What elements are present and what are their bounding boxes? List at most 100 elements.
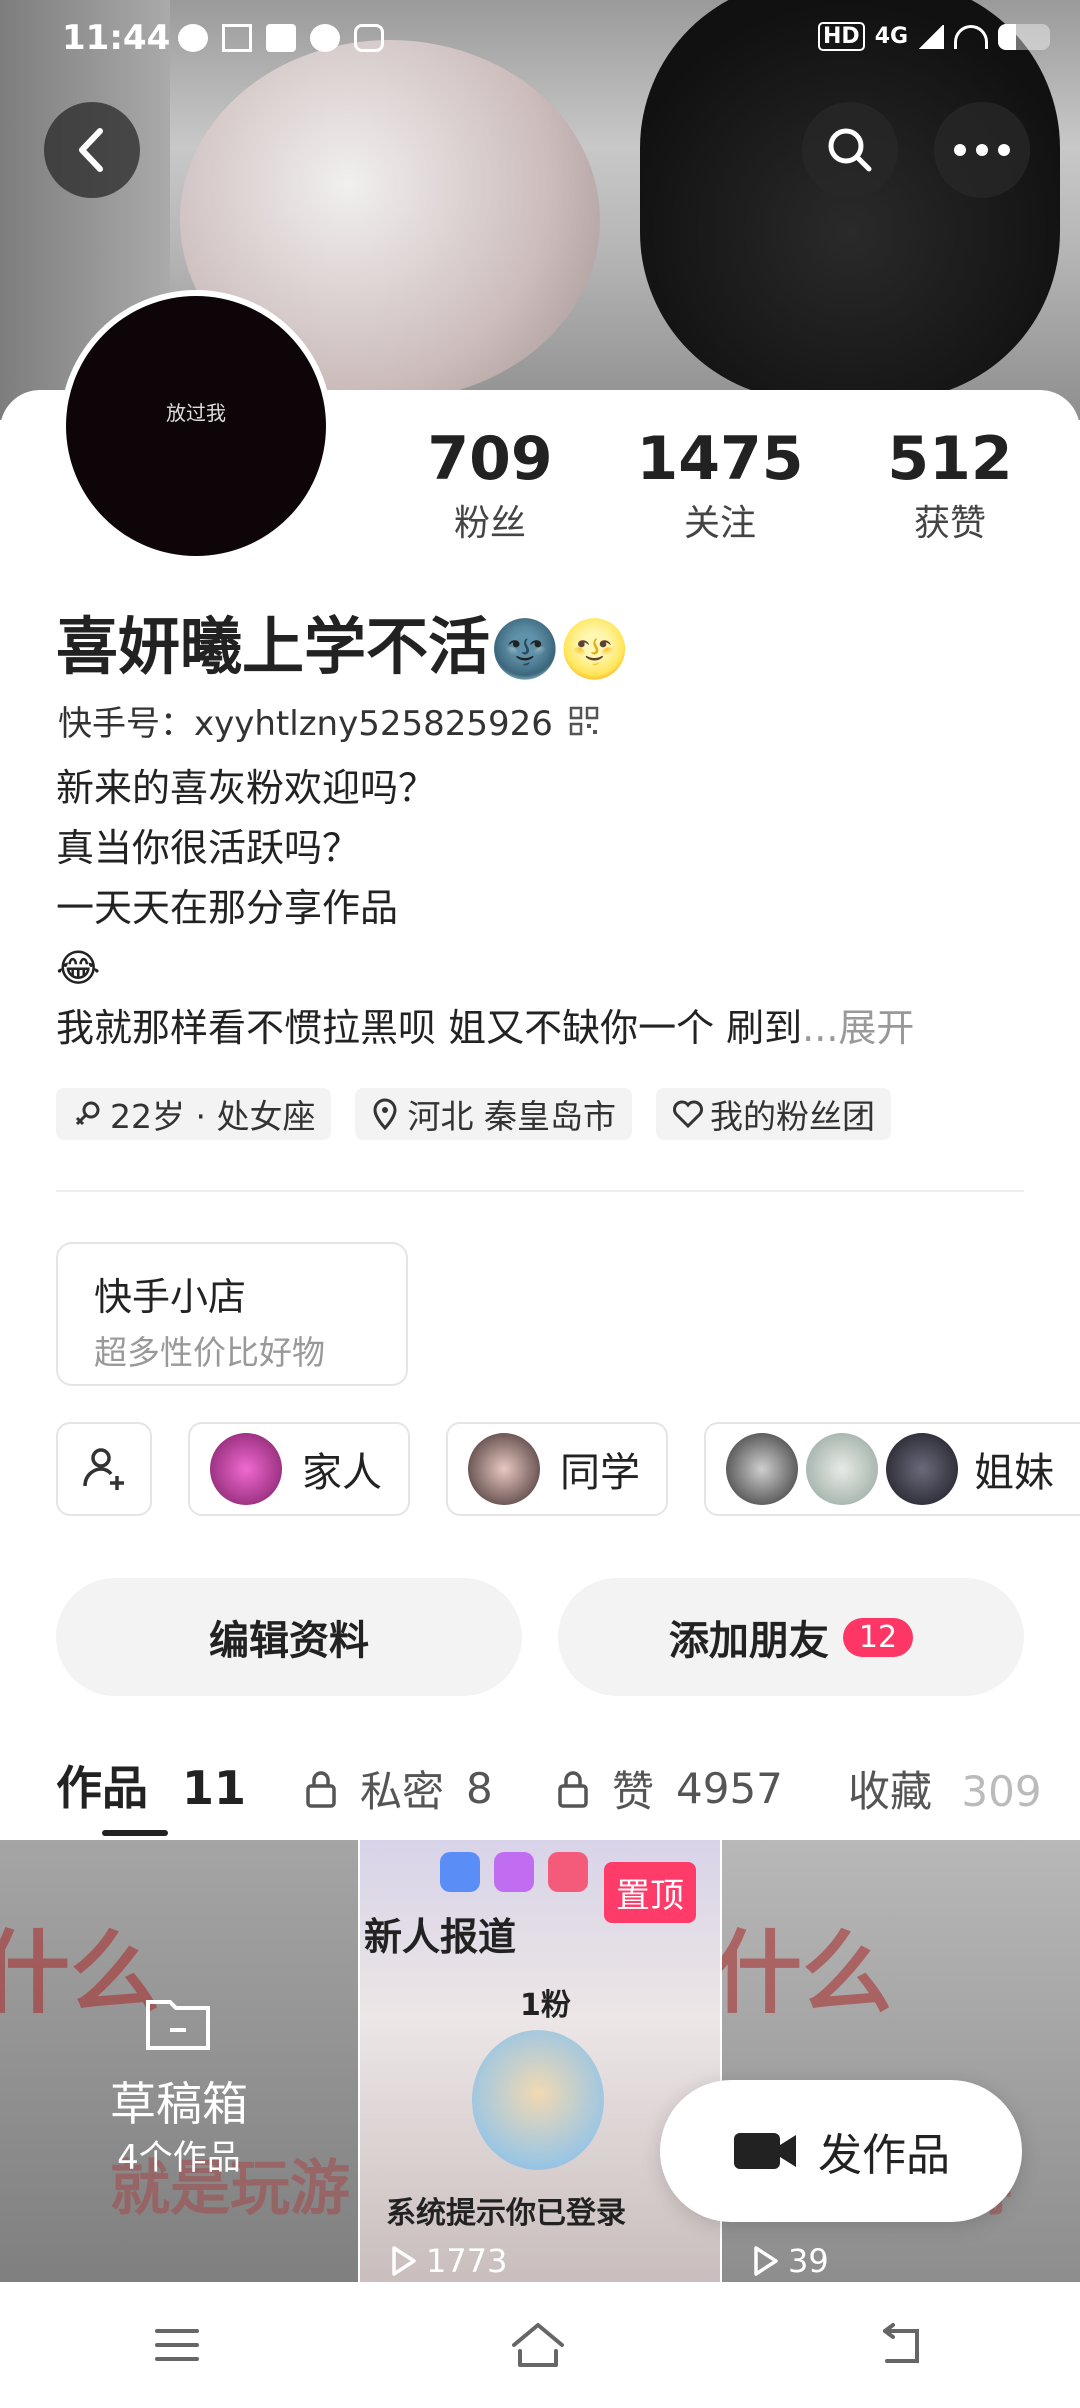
bio: 新来的喜灰粉欢迎吗？ 真当你很活跃吗？ 一天天在那分享作品 😂 我就那样看不惯拉… <box>56 758 1016 1058</box>
active-tab-indicator <box>102 1830 168 1836</box>
notification-icons <box>178 24 384 52</box>
shop-card[interactable]: 快手小店 超多性价比好物 <box>56 1242 408 1386</box>
shop-subtitle: 超多性价比好物 <box>94 1333 325 1372</box>
tab-liked-label: 赞 <box>612 1767 655 1816</box>
age-chip[interactable]: 22岁 · 处女座 <box>56 1088 332 1140</box>
hd-icon: HD <box>818 22 865 51</box>
view-count-number: 39 <box>788 2242 829 2280</box>
tab-private-count: 8 <box>466 1764 493 1813</box>
location-pin-icon <box>373 1098 397 1130</box>
tab-favorites-label: 收藏 <box>848 1767 933 1816</box>
video-camera-icon <box>734 2133 796 2169</box>
edit-profile-label: 编辑资料 <box>209 1618 369 1664</box>
tab-liked[interactable]: 赞 4957 <box>556 1758 783 1819</box>
shop-title: 快手小店 <box>94 1275 247 1319</box>
more-dots-icon <box>954 144 1010 156</box>
friend-request-badge: 12 <box>842 1617 914 1657</box>
bio-expand-link[interactable]: ...展开 <box>802 1006 914 1050</box>
draft-box-title: 草稿箱 <box>110 2077 248 2131</box>
stat-number: 512 <box>887 424 1013 494</box>
folder-icon <box>146 2000 210 2050</box>
info-chips: 22岁 · 处女座 河北 秦皇岛市 我的粉丝团 <box>56 1088 891 1140</box>
stat-label: 粉丝 <box>453 503 526 544</box>
tab-favorites[interactable]: 收藏 309 <box>848 1758 1042 1819</box>
video-icon <box>354 24 384 52</box>
group-sisters[interactable]: 姐妹 <box>704 1422 1080 1516</box>
mail-icon <box>266 24 296 52</box>
app-icon <box>222 24 252 52</box>
stats-row: 709 粉丝 1475 关注 512 获赞 <box>390 424 1050 546</box>
tab-private[interactable]: 私密 8 <box>304 1758 493 1819</box>
fan-club-chip-label: 我的粉丝团 <box>709 1097 875 1136</box>
group-label: 同学 <box>560 1450 640 1496</box>
heart-icon <box>672 1100 703 1128</box>
thumb-text: 系统提示你已登录 <box>386 2196 626 2231</box>
group-family[interactable]: 家人 <box>188 1422 410 1516</box>
bio-line: 真当你很活跃吗？ <box>56 826 361 870</box>
location-chip[interactable]: 河北 秦皇岛市 <box>355 1088 632 1140</box>
system-nav-bar <box>0 2282 1080 2408</box>
tab-favorites-count: 309 <box>961 1767 1042 1816</box>
stat-number: 1475 <box>636 424 804 494</box>
tab-works-label: 作品 <box>56 1761 148 1815</box>
profile-name-text: 喜妍曦上学不活 <box>56 610 491 683</box>
qr-code-icon <box>569 706 599 735</box>
back-nav-icon[interactable] <box>875 2323 927 2367</box>
gender-icon <box>75 1101 100 1126</box>
battery-icon <box>998 23 1051 50</box>
tab-works-count: 11 <box>182 1761 247 1815</box>
search-button[interactable] <box>802 102 898 198</box>
view-count: 1773 <box>390 2242 507 2280</box>
draft-box-tile[interactable]: 什么 就是玩游 草稿箱 4个作品 <box>0 1840 358 2284</box>
add-group-button[interactable] <box>56 1422 152 1516</box>
group-avatar <box>210 1433 282 1505</box>
wifi-icon <box>954 24 989 49</box>
signal-icon: 4G <box>874 24 909 49</box>
stat-label: 获赞 <box>913 503 986 544</box>
add-friend-label: 添加朋友 <box>668 1618 829 1664</box>
add-person-icon <box>83 1448 124 1490</box>
bio-line: 新来的喜灰粉欢迎吗？ <box>56 766 437 810</box>
tab-works[interactable]: 作品 11 <box>56 1752 246 1818</box>
draft-box-count: 4个作品 <box>117 2138 241 2178</box>
pinned-badge: 置顶 <box>604 1862 696 1923</box>
fan-club-chip[interactable]: 我的粉丝团 <box>655 1088 891 1140</box>
bio-line: 我就那样看不惯拉黑呗 姐又不缺你一个 刷到 <box>56 1006 803 1050</box>
more-button[interactable] <box>934 102 1030 198</box>
group-classmates[interactable]: 同学 <box>446 1422 668 1516</box>
divider <box>56 1190 1024 1192</box>
kuaishou-id[interactable]: 快手号：xyyhtlzny525825926 <box>58 696 599 745</box>
publish-label: 发作品 <box>818 2130 950 2181</box>
thumb-text: 1粉 <box>520 1988 571 2023</box>
view-count-number: 1773 <box>426 2242 508 2280</box>
stat-likes[interactable]: 512 获赞 <box>850 424 1050 546</box>
lock-icon <box>306 1770 336 1808</box>
group-label: 家人 <box>302 1450 382 1496</box>
bio-line: 😂 <box>56 946 101 990</box>
stat-fans[interactable]: 709 粉丝 <box>390 424 590 546</box>
edit-profile-button[interactable]: 编辑资料 <box>56 1578 522 1696</box>
location-chip-label: 河北 秦皇岛市 <box>407 1097 616 1136</box>
tab-liked-count: 4957 <box>676 1764 783 1813</box>
play-icon <box>392 2246 416 2276</box>
group-avatar <box>468 1433 540 1505</box>
group-label: 姐妹 <box>974 1450 1054 1496</box>
stat-following[interactable]: 1475 关注 <box>620 424 820 546</box>
add-friend-button[interactable]: 添加朋友 12 <box>558 1578 1024 1696</box>
group-avatar <box>806 1433 878 1505</box>
play-icon <box>754 2246 778 2276</box>
name-emojis: 🌚🌝 <box>490 617 630 682</box>
stat-number: 709 <box>427 424 553 494</box>
publish-button[interactable]: 发作品 <box>660 2080 1022 2222</box>
view-count: 39 <box>752 2242 829 2280</box>
menu-icon[interactable] <box>153 2325 201 2365</box>
back-button[interactable] <box>44 102 140 198</box>
home-icon[interactable] <box>508 2321 568 2369</box>
wechat-icon <box>178 24 208 52</box>
group-avatar <box>726 1433 798 1505</box>
bio-line: 一天天在那分享作品 <box>56 886 399 930</box>
avatar[interactable]: 放过我 <box>66 296 326 556</box>
system-icons: HD 4G <box>818 22 1051 51</box>
stat-label: 关注 <box>683 503 756 544</box>
pinned-video-tile[interactable]: 新人报道 1粉 系统提示你已登录 置顶 1773 <box>360 1840 720 2284</box>
